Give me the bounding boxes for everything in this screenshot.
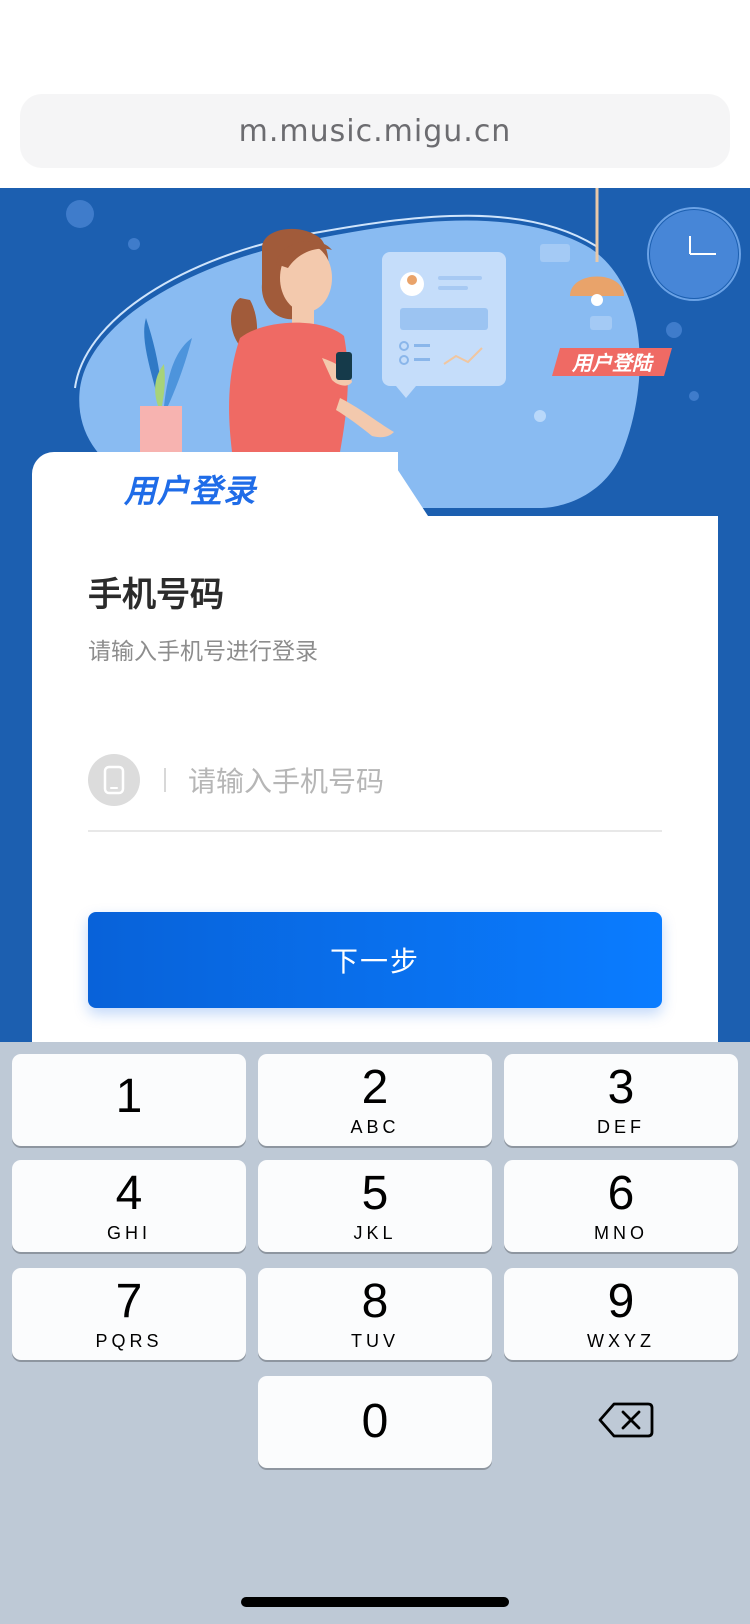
key-digit: 2	[361, 1061, 389, 1114]
key-9[interactable]: 9 WXYZ	[504, 1268, 738, 1360]
phone-field-row	[88, 754, 662, 832]
key-5[interactable]: 5 JKL	[258, 1160, 492, 1252]
key-letters: TUV	[351, 1331, 399, 1351]
key-digit: 3	[607, 1061, 635, 1114]
key-4[interactable]: 4 GHI	[12, 1160, 246, 1252]
key-digit: 4	[115, 1167, 143, 1220]
key-2[interactable]: 2 ABC	[258, 1054, 492, 1146]
key-letters: JKL	[353, 1223, 397, 1243]
field-divider	[164, 768, 166, 792]
login-tab-title: 用户登录	[124, 472, 257, 510]
key-1[interactable]: 1	[12, 1054, 246, 1146]
key-digit: 1	[115, 1070, 143, 1123]
key-letters: PQRS	[95, 1331, 163, 1351]
mobile-phone-icon	[88, 754, 140, 806]
next-step-button[interactable]: 下一步	[88, 912, 662, 1008]
key-digit: 7	[115, 1275, 143, 1328]
key-letters: MNO	[594, 1223, 648, 1243]
home-indicator[interactable]	[241, 1597, 509, 1607]
key-letters: WXYZ	[587, 1331, 655, 1351]
key-0[interactable]: 0	[258, 1376, 492, 1468]
key-letters: DEF	[597, 1117, 645, 1137]
hero-badge-text: 用户登陆	[571, 351, 654, 375]
numeric-keypad: 1 2 ABC 3 DEF 4 GHI 5 JKL 6 MNO 7 PQRS 8…	[0, 1042, 750, 1624]
url-bar[interactable]: m.music.migu.cn	[20, 94, 730, 168]
key-6[interactable]: 6 MNO	[504, 1160, 738, 1252]
key-digit: 5	[361, 1167, 389, 1220]
url-text: m.music.migu.cn	[238, 113, 512, 149]
key-letters: ABC	[350, 1117, 400, 1137]
login-card-tab-slant	[358, 452, 428, 532]
key-digit: 9	[607, 1275, 635, 1328]
key-3[interactable]: 3 DEF	[504, 1054, 738, 1146]
key-digit: 0	[361, 1395, 389, 1448]
next-step-label: 下一步	[329, 945, 420, 978]
phone-number-input[interactable]	[188, 756, 648, 806]
backspace-key[interactable]	[598, 1400, 654, 1440]
key-digit: 6	[607, 1167, 635, 1220]
key-8[interactable]: 8 TUV	[258, 1268, 492, 1360]
key-7[interactable]: 7 PQRS	[12, 1268, 246, 1360]
phone-section-subtitle: 请输入手机号进行登录	[88, 639, 318, 665]
key-letters: GHI	[106, 1223, 151, 1243]
key-digit: 8	[361, 1275, 389, 1328]
phone-section-title: 手机号码	[88, 575, 224, 615]
browser-top-area: m.music.migu.cn	[0, 0, 750, 188]
